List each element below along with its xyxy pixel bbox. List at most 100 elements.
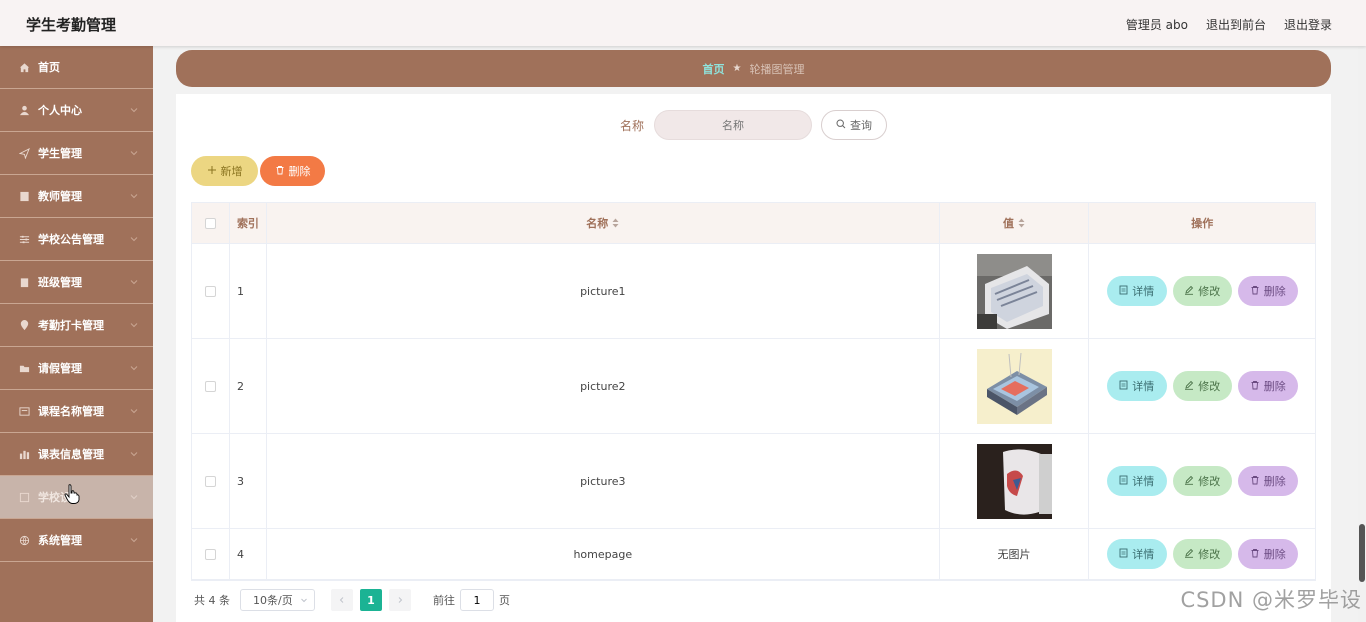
- detail-button[interactable]: 详情: [1106, 539, 1167, 569]
- breadcrumb-current: 轮播图管理: [749, 62, 805, 76]
- sidebar-item-teacher-management[interactable]: 教师管理: [0, 175, 153, 218]
- breadcrumb-home-link[interactable]: 首页: [703, 61, 725, 77]
- detail-button[interactable]: 详情: [1106, 276, 1167, 306]
- sort-icon[interactable]: [1018, 218, 1025, 228]
- search-icon: [836, 118, 846, 132]
- sidebar-item-system-management[interactable]: 系统管理: [0, 519, 153, 562]
- detail-label: 详情: [1132, 380, 1155, 393]
- top-bar: 学生考勤管理 管理员 abo 退出到前台 退出登录: [0, 0, 1366, 46]
- detail-button[interactable]: 详情: [1106, 466, 1167, 496]
- pencil-icon: [1184, 380, 1194, 393]
- header-value[interactable]: 值: [940, 203, 1090, 243]
- row-checkbox-cell: [192, 339, 230, 433]
- search-button-label: 查询: [850, 119, 872, 132]
- edit-button[interactable]: 修改: [1172, 466, 1232, 496]
- content-panel: 名称 查询 新增 删除 索引 名称 值 操作: [176, 94, 1331, 622]
- batch-delete-button[interactable]: 删除: [260, 156, 325, 186]
- detail-label: 详情: [1132, 285, 1155, 298]
- delete-button[interactable]: 删除: [1237, 371, 1298, 401]
- chevron-right-icon: [396, 594, 404, 607]
- goto-prefix: 前往: [433, 594, 455, 607]
- send-icon: [18, 147, 30, 159]
- prev-page-button[interactable]: [331, 589, 353, 611]
- admin-user-label: 管理员 abo: [1125, 18, 1188, 32]
- page-scrollbar[interactable]: [1358, 46, 1366, 622]
- delete-button[interactable]: 删除: [1237, 539, 1298, 569]
- sidebar-item-class-management[interactable]: 班级管理: [0, 261, 153, 304]
- next-page-button[interactable]: [389, 589, 411, 611]
- edit-button[interactable]: 修改: [1172, 371, 1232, 401]
- pencil-icon: [1184, 285, 1194, 298]
- delete-label: 删除: [1263, 380, 1286, 393]
- chevron-down-icon: [129, 191, 139, 201]
- edit-label: 修改: [1198, 380, 1221, 393]
- sort-icon[interactable]: [612, 218, 619, 228]
- sidebar-item-personal-center[interactable]: 个人中心: [0, 89, 153, 132]
- chevron-down-icon: [129, 492, 139, 502]
- row-checkbox[interactable]: [204, 285, 216, 297]
- trash-icon: [1250, 475, 1260, 488]
- sidebar-item-attendance-management[interactable]: 考勤打卡管理: [0, 304, 153, 347]
- delete-label: 删除: [1263, 548, 1286, 561]
- chevron-down-icon: [300, 594, 308, 607]
- sidebar-item-course-name-management[interactable]: 课程名称管理: [0, 390, 153, 433]
- sidebar-item-label: 个人中心: [38, 104, 82, 117]
- page-size-value: 10条/页: [253, 594, 293, 607]
- row-checkbox-cell: [192, 244, 230, 338]
- document-icon: [18, 190, 30, 202]
- document-icon: [1119, 475, 1128, 488]
- add-button[interactable]: 新增: [191, 156, 258, 186]
- search-input[interactable]: [654, 110, 812, 140]
- search-form: 名称 查询: [176, 110, 1331, 140]
- sidebar-item-leave-management[interactable]: 请假管理: [0, 347, 153, 390]
- goto-page-input[interactable]: [460, 589, 494, 611]
- sidebar-item-school-notice-management[interactable]: 学校公告管理: [0, 218, 153, 261]
- folder-icon: [18, 362, 30, 374]
- row-index: 3: [230, 434, 267, 528]
- row-checkbox[interactable]: [204, 548, 216, 560]
- location-icon: [18, 319, 30, 331]
- select-all-checkbox[interactable]: [204, 217, 216, 229]
- chevron-left-icon: [338, 594, 346, 607]
- row-checkbox[interactable]: [204, 380, 216, 392]
- chevron-down-icon: [129, 406, 139, 416]
- exit-to-front-link[interactable]: 退出到前台: [1206, 16, 1266, 33]
- detail-button[interactable]: 详情: [1106, 371, 1167, 401]
- chevron-down-icon: [129, 148, 139, 158]
- sidebar-item-home[interactable]: 首页: [0, 46, 153, 89]
- hand-cursor-icon: [64, 484, 80, 504]
- scrollbar-thumb[interactable]: [1359, 524, 1365, 582]
- sliders-icon: [18, 233, 30, 245]
- header-ops: 操作: [1191, 217, 1214, 230]
- sidebar-item-timetable-management[interactable]: 课表信息管理: [0, 433, 153, 476]
- row-ops: 详情 修改 删除: [1089, 434, 1315, 528]
- page-number-current[interactable]: 1: [360, 589, 382, 611]
- main-content: 首页 ★ 轮播图管理 名称 查询 新增 删除 索引: [153, 46, 1366, 622]
- page-size-select[interactable]: 10条/页: [240, 589, 315, 611]
- header-name[interactable]: 名称: [267, 203, 940, 243]
- delete-button-label: 删除: [288, 165, 311, 178]
- row-name: picture1: [267, 244, 940, 338]
- data-table: 索引 名称 值 操作 1 picture1 详情 修改 删除 2 picture…: [191, 202, 1316, 581]
- row-name: homepage: [267, 529, 940, 579]
- sidebar-item-student-management[interactable]: 学生管理: [0, 132, 153, 175]
- sidebar-item-label: 课程名称管理: [38, 405, 104, 418]
- chevron-down-icon: [129, 105, 139, 115]
- row-name: picture3: [267, 434, 940, 528]
- edit-button[interactable]: 修改: [1172, 539, 1232, 569]
- search-button[interactable]: 查询: [821, 110, 887, 140]
- sidebar-item-label: 学校公告管理: [38, 233, 104, 246]
- sidebar: 首页 个人中心 学生管理 教师管理 学校公告管理 班级管理 考勤打卡管理 请假管…: [0, 46, 153, 622]
- delete-button[interactable]: 删除: [1237, 276, 1298, 306]
- logout-link[interactable]: 退出登录: [1284, 16, 1332, 33]
- delete-label: 删除: [1263, 285, 1286, 298]
- row-checkbox[interactable]: [204, 475, 216, 487]
- edit-button[interactable]: 修改: [1172, 276, 1232, 306]
- row-index: 4: [230, 529, 267, 579]
- sidebar-item-school-settings[interactable]: 学校设: [0, 476, 153, 519]
- table-row: 4 homepage 无图片 详情 修改 删除: [192, 529, 1315, 580]
- search-label: 名称: [619, 118, 644, 133]
- square-icon: [18, 491, 30, 503]
- delete-button[interactable]: 删除: [1237, 466, 1298, 496]
- table-row: 2 picture2 详情 修改 删除: [192, 339, 1315, 434]
